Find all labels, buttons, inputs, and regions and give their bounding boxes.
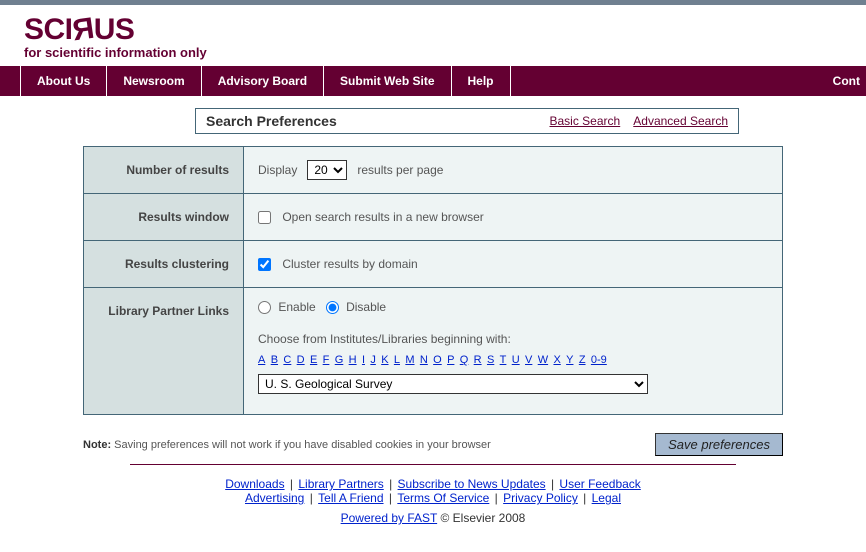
alpha-I[interactable]: I — [362, 354, 365, 366]
footer-advertising[interactable]: Advertising — [245, 491, 304, 505]
nav-advisory-board[interactable]: Advisory Board — [202, 66, 324, 96]
alpha-D[interactable]: D — [297, 354, 305, 366]
footer-downloads[interactable]: Downloads — [225, 477, 284, 491]
footer-copyright: Powered by FAST © Elsevier 2008 — [20, 511, 846, 525]
alpha-index-row: A B C D E F G H I J K L M N O P Q — [258, 352, 768, 366]
alpha-O[interactable]: O — [433, 354, 442, 366]
footer-terms[interactable]: Terms Of Service — [397, 491, 489, 505]
alpha-X[interactable]: X — [553, 354, 560, 366]
alpha-B[interactable]: B — [271, 354, 278, 366]
tagline: for scientific information only — [24, 45, 866, 60]
footer-subscribe[interactable]: Subscribe to News Updates — [398, 477, 546, 491]
alpha-W[interactable]: W — [538, 354, 548, 366]
alpha-V[interactable]: V — [525, 354, 532, 366]
text-results-per-page: results per page — [357, 163, 443, 177]
footer-links-row-1: Downloads | Library Partners | Subscribe… — [20, 477, 846, 491]
basic-search-link[interactable]: Basic Search — [550, 114, 621, 128]
alpha-S[interactable]: S — [487, 354, 494, 366]
alpha-T[interactable]: T — [500, 354, 507, 366]
clustering-checkbox[interactable] — [258, 258, 271, 271]
text-choose-from: Choose from Institutes/Libraries beginni… — [258, 332, 768, 346]
alpha-Z[interactable]: Z — [579, 354, 586, 366]
nav-help[interactable]: Help — [452, 66, 511, 96]
footer-divider — [130, 464, 736, 465]
results-window-checkbox[interactable] — [258, 211, 271, 224]
cell-number-of-results: Display 20 results per page — [244, 147, 783, 194]
alpha-Q[interactable]: Q — [460, 354, 469, 366]
page-title: Search Preferences — [206, 113, 337, 129]
alpha-U[interactable]: U — [512, 354, 520, 366]
library-select[interactable]: U. S. Geological Survey — [258, 374, 648, 394]
save-preferences-button[interactable]: Save preferences — [655, 433, 783, 456]
advanced-search-link[interactable]: Advanced Search — [633, 114, 728, 128]
header: SCIRUS for scientific information only — [0, 5, 866, 66]
label-library-partner-links: Library Partner Links — [84, 288, 244, 415]
nav-right-truncated[interactable]: Cont — [833, 66, 866, 96]
alpha-G[interactable]: G — [335, 354, 344, 366]
footer-legal[interactable]: Legal — [592, 491, 621, 505]
content-area: Search Preferences Basic Search Advanced… — [0, 96, 866, 535]
preferences-table: Number of results Display 20 results per… — [83, 146, 783, 415]
footer-privacy[interactable]: Privacy Policy — [503, 491, 578, 505]
text-disable: Disable — [346, 300, 386, 314]
alpha-0-9[interactable]: 0-9 — [591, 354, 607, 366]
text-display: Display — [258, 163, 297, 177]
alpha-H[interactable]: H — [349, 354, 357, 366]
alpha-M[interactable]: M — [405, 354, 414, 366]
cell-library-partner: Enable Disable Choose from Institutes/Li… — [244, 288, 783, 415]
footer-tell-a-friend[interactable]: Tell A Friend — [318, 491, 383, 505]
footer-library-partners[interactable]: Library Partners — [298, 477, 383, 491]
label-results-window: Results window — [84, 194, 244, 241]
alpha-E[interactable]: E — [310, 354, 317, 366]
nav-newsroom[interactable]: Newsroom — [107, 66, 201, 96]
alpha-A[interactable]: A — [258, 354, 265, 366]
alpha-F[interactable]: F — [323, 354, 330, 366]
footer-user-feedback[interactable]: User Feedback — [559, 477, 640, 491]
library-enable-radio[interactable] — [258, 301, 271, 314]
alpha-Y[interactable]: Y — [566, 354, 573, 366]
logo[interactable]: SCIRUS — [24, 13, 866, 47]
alpha-J[interactable]: J — [370, 354, 376, 366]
alpha-R[interactable]: R — [474, 354, 482, 366]
text-open-new-browser: Open search results in a new browser — [282, 210, 483, 224]
text-cluster-by-domain: Cluster results by domain — [282, 257, 417, 271]
alpha-K[interactable]: K — [381, 354, 388, 366]
nav-about-us[interactable]: About Us — [20, 66, 107, 96]
cell-results-clustering: Cluster results by domain — [244, 241, 783, 288]
footer: Downloads | Library Partners | Subscribe… — [20, 473, 846, 535]
alpha-C[interactable]: C — [283, 354, 291, 366]
label-number-of-results: Number of results — [84, 147, 244, 194]
main-nav: About Us Newsroom Advisory Board Submit … — [0, 66, 866, 96]
library-disable-radio[interactable] — [326, 301, 339, 314]
results-per-page-select[interactable]: 20 — [307, 160, 347, 180]
alpha-P[interactable]: P — [447, 354, 454, 366]
alpha-L[interactable]: L — [394, 354, 400, 366]
cell-results-window: Open search results in a new browser — [244, 194, 783, 241]
note-row: Note: Saving preferences will not work i… — [83, 433, 783, 456]
footer-powered-by-fast[interactable]: Powered by FAST — [341, 511, 438, 525]
label-results-clustering: Results clustering — [84, 241, 244, 288]
title-bar: Search Preferences Basic Search Advanced… — [195, 108, 739, 134]
alpha-N[interactable]: N — [420, 354, 428, 366]
text-enable: Enable — [278, 300, 315, 314]
nav-submit-web-site[interactable]: Submit Web Site — [324, 66, 451, 96]
footer-links-row-2: Advertising | Tell A Friend | Terms Of S… — [20, 491, 846, 505]
cookie-note: Note: Saving preferences will not work i… — [83, 439, 491, 451]
